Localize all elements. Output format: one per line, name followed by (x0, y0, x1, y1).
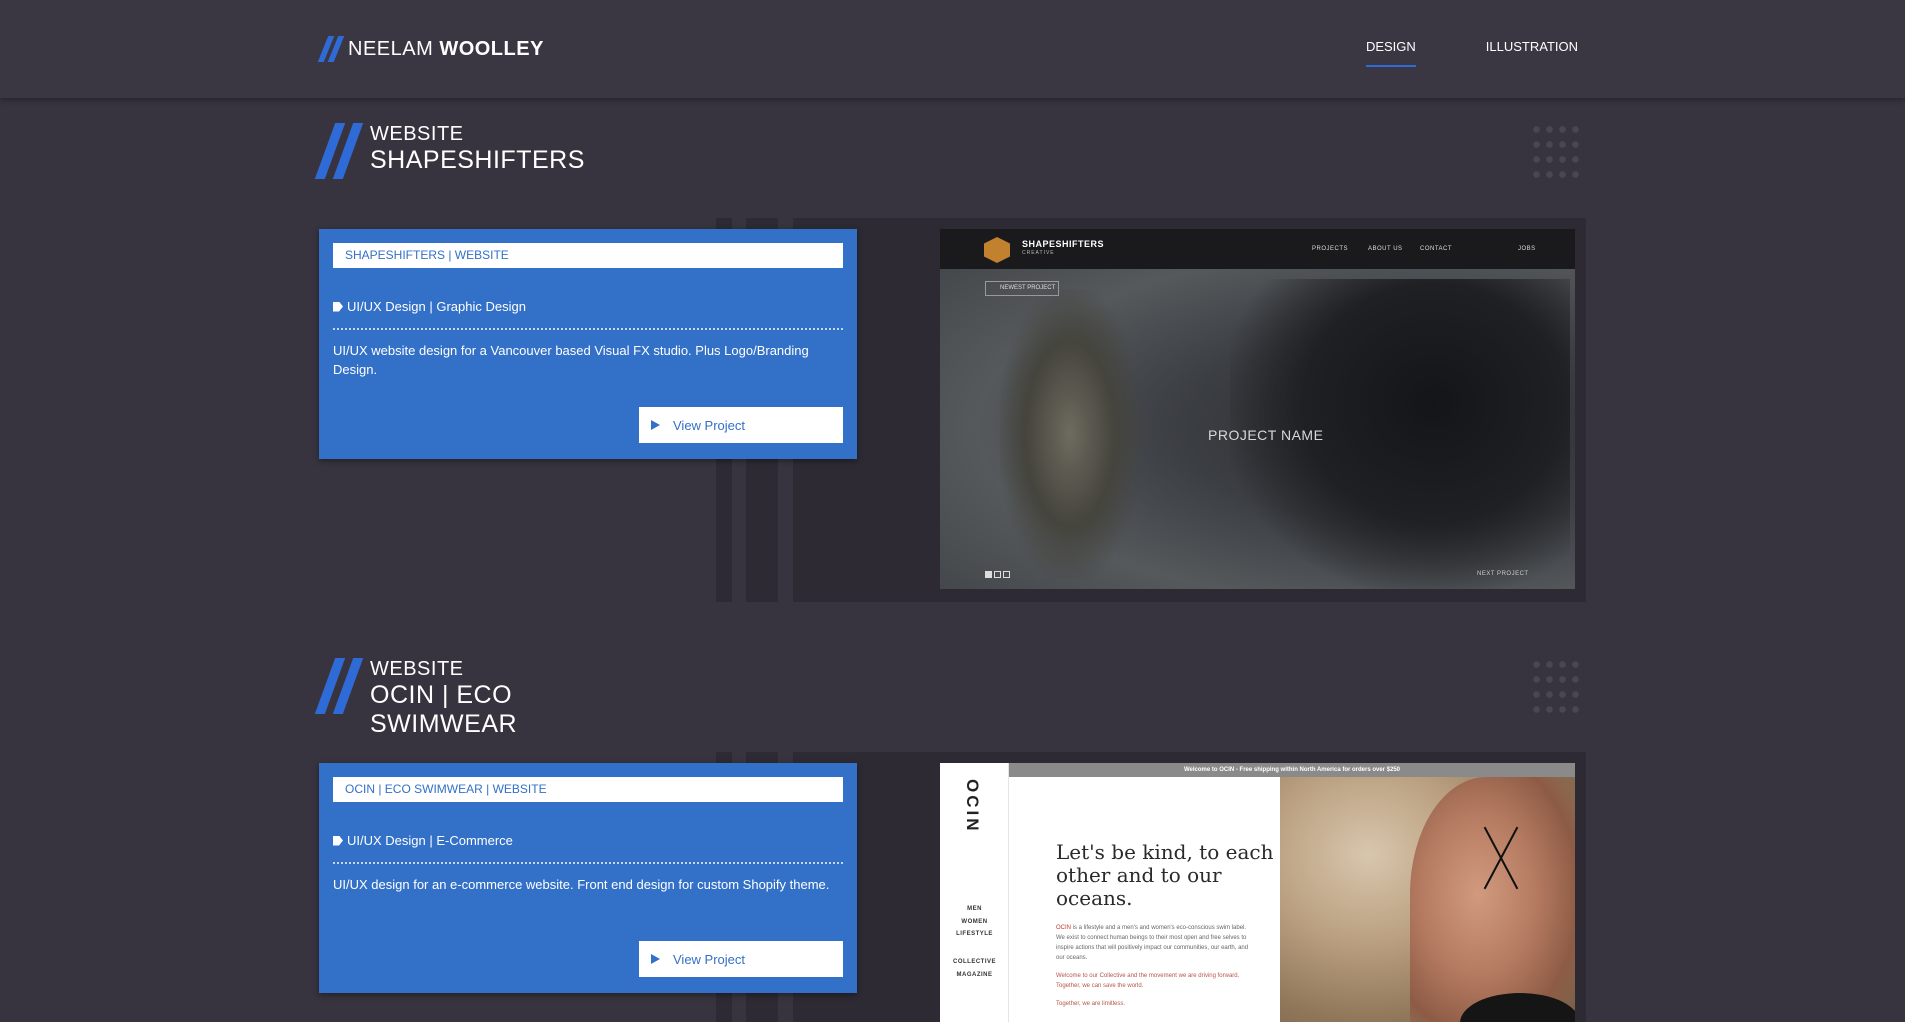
tag-icon (333, 835, 343, 846)
tag-icon (333, 301, 343, 312)
preview-brand-sub: CREATIVE (1022, 250, 1055, 256)
section-title-line: OCIN | ECO (370, 681, 513, 709)
preview-menu-item: LIFESTYLE (956, 931, 993, 937)
logo-last-name: WOOLLEY (439, 37, 544, 60)
preview-brand: SHAPESHIFTERS (1022, 239, 1105, 249)
preview-menu-item: COLLECTIVE (952, 959, 996, 965)
preview-paragraph: OCIN is a lifestyle and a men's and wome… (1056, 923, 1256, 963)
disciplines-text: UI/UX Design | Graphic Design (347, 299, 526, 314)
play-icon (651, 954, 660, 964)
top-navigation-bar: NEELAM WOOLLEY DESIGN ILLUSTRATION (0, 0, 1905, 98)
preview-nav-item: JOBS (1518, 246, 1536, 252)
preview-paragraph-text: is a lifestyle and a men's and women's e… (1056, 925, 1249, 961)
disciplines-text: UI/UX Design | E-Commerce (347, 833, 513, 848)
preview-newest-button: NEWEST PROJECT (985, 281, 1059, 296)
project-preview-image[interactable]: SHAPESHIFTERS CREATIVE PROJECTS ABOUT US… (940, 229, 1575, 589)
project-description: UI/UX design for an e-commerce website. … (333, 877, 830, 892)
preview-banner: Welcome to OCIN - Free shipping within N… (1009, 763, 1575, 777)
preview-next-label: NEXT PROJECT (1477, 571, 1529, 577)
preview-scenery (1000, 289, 1140, 579)
preview-header (940, 229, 1575, 269)
nav-design[interactable]: DESIGN (1365, 39, 1416, 69)
project-preview-image[interactable]: OCIN MEN WOMEN LIFESTYLE COLLECTIVE MAGA… (940, 763, 1575, 1022)
section-slash-icon (314, 123, 367, 179)
site-logo[interactable]: NEELAM WOOLLEY (317, 36, 544, 62)
preview-menu-item: WOMEN (961, 918, 988, 925)
preview-paragraph: Together, we are limitless. (1056, 1001, 1126, 1007)
view-project-label: View Project (673, 417, 746, 433)
preview-nav-item: ABOUT US (1368, 246, 1403, 252)
preview-overlay-text: PROJECT NAME (1208, 427, 1324, 443)
preview-nav-item: PROJECTS (1312, 246, 1349, 252)
decorative-dots (1530, 122, 1582, 182)
view-project-button[interactable]: View Project (639, 941, 843, 977)
dotted-divider (333, 862, 843, 864)
view-project-label: View Project (673, 951, 746, 967)
section-heading: WEBSITE OCIN | ECO SWIMWEAR (370, 657, 517, 739)
preview-nav-item: CONTACT (1420, 246, 1453, 252)
play-icon (651, 420, 660, 430)
decorative-dots (1530, 657, 1582, 717)
main-nav: DESIGN ILLUSTRATION (1296, 39, 1578, 69)
section-heading: WEBSITE SHAPESHIFTERS (370, 122, 585, 175)
dotted-divider (333, 328, 843, 330)
section-title-line: SWIMWEAR (370, 710, 518, 738)
section-title-line: SHAPESHIFTERS (370, 146, 585, 174)
project-card: OCIN | ECO SWIMWEAR | WEBSITE UI/UX Desi… (319, 763, 857, 993)
preview-pager (985, 571, 1012, 578)
logo-text: NEELAM WOOLLEY (348, 38, 544, 61)
preview-brand-highlight: OCIN (1056, 925, 1071, 931)
preview-menu-item: MAGAZINE (956, 971, 993, 978)
project-description: UI/UX website design for a Vancouver bas… (333, 343, 809, 377)
logo-slash-icon (317, 36, 345, 62)
preview-headline: Let's be kind, to each other and to our … (1056, 840, 1274, 910)
nav-illustration[interactable]: ILLUSTRATION (1486, 39, 1578, 69)
section-category: WEBSITE (370, 123, 464, 145)
project-disciplines: UI/UX Design | Graphic Design (333, 299, 526, 314)
view-project-button[interactable]: View Project (639, 407, 843, 443)
preview-photo-model (1410, 777, 1575, 1022)
project-tag: SHAPESHIFTERS | WEBSITE (333, 243, 843, 268)
preview-menu-bottom: COLLECTIVE MAGAZINE (940, 956, 1009, 981)
preview-menu-top: MEN WOMEN LIFESTYLE (940, 903, 1009, 941)
section-category: WEBSITE (370, 658, 464, 680)
section-slash-icon (314, 658, 367, 714)
preview-logo: OCIN (963, 779, 982, 834)
preview-paragraph: Welcome to our Collective and the moveme… (1056, 973, 1240, 989)
logo-first-name: NEELAM (348, 37, 434, 60)
preview-menu-item: MEN (967, 906, 982, 912)
project-disciplines: UI/UX Design | E-Commerce (333, 833, 513, 848)
project-card: SHAPESHIFTERS | WEBSITE UI/UX Design | G… (319, 229, 857, 459)
project-tag: OCIN | ECO SWIMWEAR | WEBSITE (333, 777, 843, 802)
